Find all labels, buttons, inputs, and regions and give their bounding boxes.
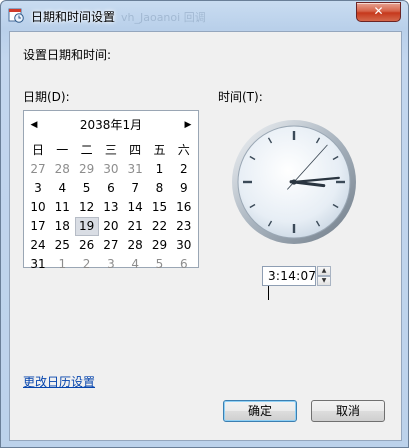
ok-button[interactable]: 确定 (223, 400, 297, 422)
calendar-day[interactable]: 31 (123, 160, 147, 179)
calendar-day[interactable]: 29 (148, 236, 172, 255)
calendar-day[interactable]: 6 (99, 179, 123, 198)
calendar-day[interactable]: 1 (50, 255, 74, 274)
calendar-day[interactable]: 10 (26, 198, 50, 217)
text-caret (268, 286, 269, 300)
analog-clock (232, 120, 356, 244)
calendar: 2038年1月 ◀ ▶ 日一二三四五六 27 28 29 30 31 1 2 3 4 5 6 7 8 9 10… (23, 110, 199, 271)
time-spinner: ▲ ▼ (317, 266, 331, 286)
calendar-day[interactable]: 26 (75, 236, 99, 255)
calendar-day[interactable]: 28 (50, 160, 74, 179)
calendar-day[interactable]: 11 (50, 198, 74, 217)
date-time-dialog: 日期和时间设置 vh_Jaoanoi 回调 ✕ 设置日期和时间: 日期(D): … (0, 0, 409, 448)
clock-center (291, 179, 297, 185)
calendar-day[interactable]: 9 (172, 179, 196, 198)
calendar-day[interactable]: 3 (26, 179, 50, 198)
date-label: 日期(D): (23, 90, 70, 104)
calendar-day[interactable]: 5 (148, 255, 172, 274)
spin-down-icon[interactable]: ▼ (317, 276, 331, 286)
calendar-day[interactable]: 25 (50, 236, 74, 255)
calendar-day[interactable]: 4 (123, 255, 147, 274)
weekday-header: 一 (56, 143, 69, 157)
calendar-day[interactable]: 23 (172, 217, 196, 236)
calendar-day[interactable]: 24 (26, 236, 50, 255)
calendar-day[interactable]: 27 (26, 160, 50, 179)
calendar-day[interactable]: 3 (99, 255, 123, 274)
calendar-day[interactable]: 27 (99, 236, 123, 255)
calendar-day[interactable]: 7 (123, 179, 147, 198)
weekday-header: 五 (153, 143, 166, 157)
calendar-day[interactable]: 17 (26, 217, 50, 236)
weekday-header: 二 (80, 143, 93, 157)
calendar-day[interactable]: 2 (172, 160, 196, 179)
calendar-day[interactable]: 8 (148, 179, 172, 198)
dialog-body: 设置日期和时间: 日期(D): 时间(T): 2038年1月 ◀ ▶ 日一二三四… (9, 31, 402, 441)
calendar-day[interactable]: 28 (123, 236, 147, 255)
calendar-day[interactable]: 6 (172, 255, 196, 274)
next-month-icon[interactable]: ▶ (181, 117, 195, 133)
calendar-day[interactable]: 12 (75, 198, 99, 217)
calendar-header: 2038年1月 ◀ ▶ (24, 117, 198, 133)
calendar-day[interactable]: 2 (75, 255, 99, 274)
calendar-day[interactable]: 14 (123, 198, 147, 217)
calendar-day[interactable]: 1 (148, 160, 172, 179)
time-label: 时间(T): (218, 90, 263, 104)
title-background-text: vh_Jaoanoi 回调 (121, 11, 206, 24)
calendar-day[interactable]: 15 (148, 198, 172, 217)
calendar-day[interactable]: 16 (172, 198, 196, 217)
weekday-header: 六 (177, 143, 190, 157)
weekday-header: 日 (31, 143, 44, 157)
calendar-day[interactable]: 5 (75, 179, 99, 198)
calendar-day-selected[interactable]: 19 (74, 217, 99, 236)
time-input[interactable]: 3:14:07 (262, 266, 317, 300)
cancel-button[interactable]: 取消 (311, 400, 385, 422)
calendar-day[interactable]: 29 (75, 160, 99, 179)
month-label[interactable]: 2038年1月 (24, 117, 198, 133)
calendar-day[interactable]: 30 (99, 160, 123, 179)
weekday-header: 四 (129, 143, 142, 157)
calendar-day[interactable]: 13 (99, 198, 123, 217)
spin-up-icon[interactable]: ▲ (317, 266, 331, 276)
calendar-day[interactable]: 18 (50, 217, 74, 236)
calendar-day[interactable]: 31 (26, 255, 50, 274)
calendar-day[interactable]: 21 (123, 217, 147, 236)
calendar-clock-icon (8, 8, 24, 23)
calendar-day[interactable]: 20 (99, 217, 123, 236)
calendar-day[interactable]: 30 (172, 236, 196, 255)
weekday-header: 三 (104, 143, 117, 157)
calendar-day[interactable]: 4 (50, 179, 74, 198)
window-title: 日期和时间设置 (31, 10, 116, 24)
heading-label: 设置日期和时间: (23, 48, 112, 62)
calendar-day[interactable]: 22 (148, 217, 172, 236)
prev-month-icon[interactable]: ◀ (27, 117, 41, 133)
title-bar[interactable]: 日期和时间设置 vh_Jaoanoi 回调 ✕ (1, 1, 408, 29)
close-button[interactable]: ✕ (356, 2, 401, 22)
time-value: 3:14:07 (268, 269, 317, 283)
change-calendar-settings-link[interactable]: 更改日历设置 (23, 373, 95, 390)
